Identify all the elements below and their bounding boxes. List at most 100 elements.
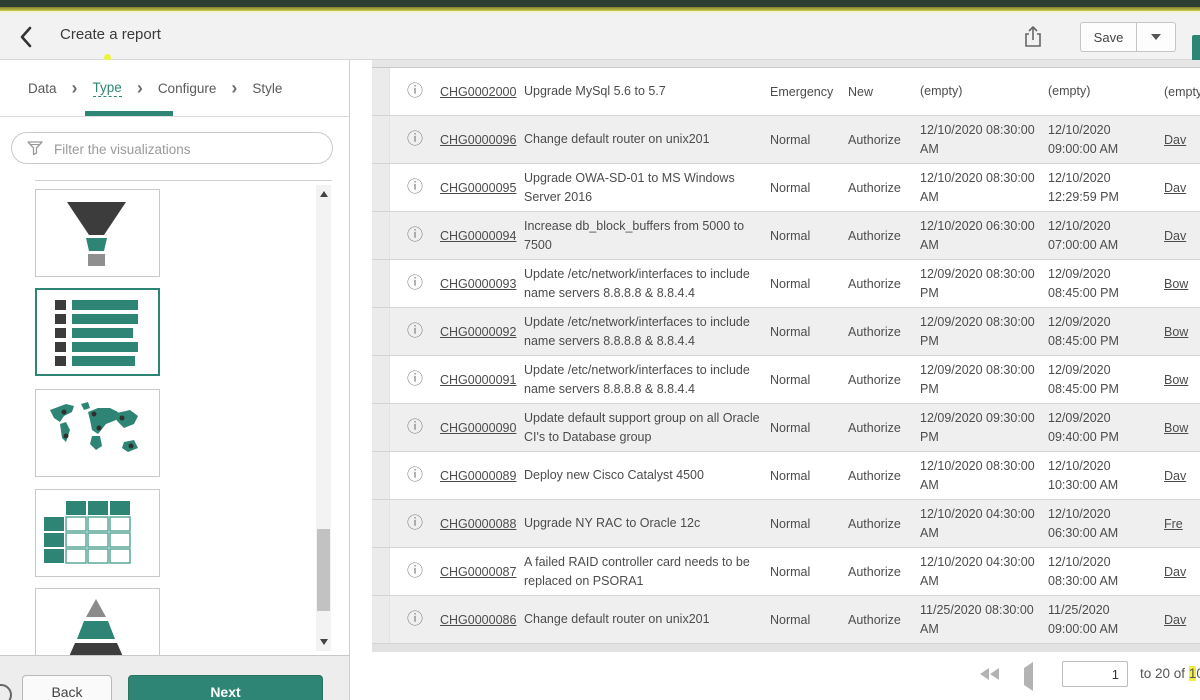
chevron-right-icon bbox=[231, 79, 237, 97]
previous-page-icon bbox=[1024, 662, 1033, 691]
assigned-to-cell: Bow bbox=[1164, 404, 1200, 451]
assigned-to-link[interactable]: (empty) bbox=[1164, 85, 1200, 99]
info-icon[interactable] bbox=[407, 563, 424, 580]
assigned-to-link[interactable]: Fre bbox=[1164, 517, 1183, 531]
change-number-link[interactable]: CHG0000091 bbox=[440, 373, 516, 387]
wizard-step-style[interactable]: Style bbox=[252, 81, 282, 96]
chevron-down-icon bbox=[1151, 34, 1161, 40]
assigned-to-link[interactable]: Bow bbox=[1164, 325, 1188, 339]
save-dropdown-button[interactable] bbox=[1136, 22, 1176, 52]
save-button[interactable]: Save bbox=[1080, 22, 1136, 52]
viz-type-pyramid[interactable] bbox=[35, 588, 160, 655]
info-icon[interactable] bbox=[407, 419, 424, 436]
row-info-cell bbox=[390, 260, 440, 307]
share-button[interactable] bbox=[1022, 24, 1048, 50]
info-icon[interactable] bbox=[407, 611, 424, 628]
viz-list-scrollbar[interactable] bbox=[316, 185, 331, 651]
row-gutter bbox=[372, 500, 390, 547]
assigned-to-link[interactable]: Dav bbox=[1164, 613, 1186, 627]
priority-cell: Normal bbox=[770, 452, 848, 499]
assigned-to-link[interactable]: Dav bbox=[1164, 565, 1186, 579]
info-icon[interactable] bbox=[407, 275, 424, 292]
first-page-button[interactable] bbox=[980, 668, 999, 680]
change-number-link[interactable]: CHG0000086 bbox=[440, 613, 516, 627]
row-range-label: to 20 of 100 bbox=[1140, 666, 1200, 681]
planned-start-cell: 12/09/2020 09:30:00 PM bbox=[920, 404, 1048, 451]
viz-type-world-map[interactable] bbox=[35, 389, 160, 477]
change-number-cell: CHG0000086 bbox=[440, 596, 524, 643]
change-number-link[interactable]: CHG0000096 bbox=[440, 133, 516, 147]
table-row: CHG0000090 Update default support group … bbox=[372, 404, 1200, 452]
assigned-to-link[interactable]: Dav bbox=[1164, 229, 1186, 243]
assigned-to-cell: Dav bbox=[1164, 548, 1200, 595]
info-icon[interactable] bbox=[407, 467, 424, 484]
row-info-cell bbox=[390, 356, 440, 403]
save-split-button: Save bbox=[1080, 22, 1176, 52]
wizard-step-type[interactable]: Type bbox=[93, 80, 122, 97]
change-number-link[interactable]: CHG0000089 bbox=[440, 469, 516, 483]
change-number-link[interactable]: CHG0000092 bbox=[440, 325, 516, 339]
info-icon[interactable] bbox=[407, 83, 424, 100]
assigned-to-cell: Fre bbox=[1164, 500, 1200, 547]
row-info-cell bbox=[390, 116, 440, 163]
planned-end-cell: 12/10/2020 06:30:00 AM bbox=[1048, 500, 1164, 547]
change-number-link[interactable]: CHG0000095 bbox=[440, 181, 516, 195]
next-button[interactable]: Next bbox=[128, 675, 323, 700]
assigned-to-link[interactable]: Dav bbox=[1164, 133, 1186, 147]
table-grid-icon bbox=[36, 490, 159, 574]
change-number-link[interactable]: CHG0000087 bbox=[440, 565, 516, 579]
state-cell: Authorize bbox=[848, 260, 920, 307]
visualization-filter bbox=[11, 132, 333, 164]
table-rows: CHG0002000 Upgrade MySql 5.6 to 5.7 Emer… bbox=[372, 68, 1200, 644]
info-icon[interactable] bbox=[407, 131, 424, 148]
change-number-link[interactable]: CHG0002000 bbox=[440, 85, 516, 99]
short-description-cell: Upgrade OWA-SD-01 to MS Windows Server 2… bbox=[524, 164, 770, 211]
viz-type-list[interactable] bbox=[35, 288, 160, 376]
planned-end-cell: 11/25/2020 09:00:00 AM bbox=[1048, 596, 1164, 643]
assigned-to-link[interactable]: Dav bbox=[1164, 181, 1186, 195]
page-number-input[interactable] bbox=[1062, 661, 1128, 687]
short-description-cell: Change default router on unix201 bbox=[524, 596, 770, 643]
info-icon[interactable] bbox=[407, 515, 424, 532]
row-gutter bbox=[372, 596, 390, 643]
assigned-to-cell: Dav bbox=[1164, 596, 1200, 643]
change-number-link[interactable]: CHG0000093 bbox=[440, 277, 516, 291]
previous-page-button[interactable] bbox=[1024, 668, 1033, 686]
assigned-to-cell: Bow bbox=[1164, 308, 1200, 355]
wizard-step-configure[interactable]: Configure bbox=[158, 81, 217, 96]
planned-end-cell: 12/09/2020 08:45:00 PM bbox=[1048, 356, 1164, 403]
wizard-step-data[interactable]: Data bbox=[28, 81, 57, 96]
info-icon[interactable] bbox=[407, 179, 424, 196]
short-description-cell: Update default support group on all Orac… bbox=[524, 404, 770, 451]
filter-visualizations-input[interactable] bbox=[52, 135, 324, 163]
visualization-type-list bbox=[0, 181, 350, 655]
change-number-link[interactable]: CHG0000088 bbox=[440, 517, 516, 531]
info-icon[interactable] bbox=[407, 227, 424, 244]
back-button[interactable]: Back bbox=[22, 675, 112, 700]
priority-cell: Normal bbox=[770, 260, 848, 307]
table-row: CHG0000087 A failed RAID controller card… bbox=[372, 548, 1200, 596]
info-icon[interactable] bbox=[407, 371, 424, 388]
change-number-link[interactable]: CHG0000094 bbox=[440, 229, 516, 243]
assigned-to-link[interactable]: Dav bbox=[1164, 469, 1186, 483]
assigned-to-link[interactable]: Bow bbox=[1164, 421, 1188, 435]
viz-type-table[interactable] bbox=[35, 489, 160, 577]
priority-cell: Normal bbox=[770, 500, 848, 547]
viz-type-funnel-chart[interactable] bbox=[35, 189, 160, 277]
scroll-up-icon[interactable] bbox=[316, 187, 331, 201]
assigned-to-link[interactable]: Bow bbox=[1164, 373, 1188, 387]
info-icon[interactable] bbox=[407, 323, 424, 340]
row-info-cell bbox=[390, 548, 440, 595]
assigned-to-link[interactable]: Bow bbox=[1164, 277, 1188, 291]
report-wizard-panel: Data Type Configure Style bbox=[0, 60, 350, 655]
scrollbar-thumb[interactable] bbox=[317, 529, 330, 611]
change-number-cell: CHG0000089 bbox=[440, 452, 524, 499]
back-chevron-button[interactable] bbox=[18, 24, 44, 50]
change-number-link[interactable]: CHG0000090 bbox=[440, 421, 516, 435]
row-info-cell bbox=[390, 596, 440, 643]
row-gutter bbox=[372, 308, 390, 355]
assigned-to-cell: (empty) bbox=[1164, 68, 1200, 115]
change-number-cell: CHG0000096 bbox=[440, 116, 524, 163]
scroll-down-icon[interactable] bbox=[316, 635, 331, 649]
planned-start-cell: 12/10/2020 04:30:00 AM bbox=[920, 500, 1048, 547]
